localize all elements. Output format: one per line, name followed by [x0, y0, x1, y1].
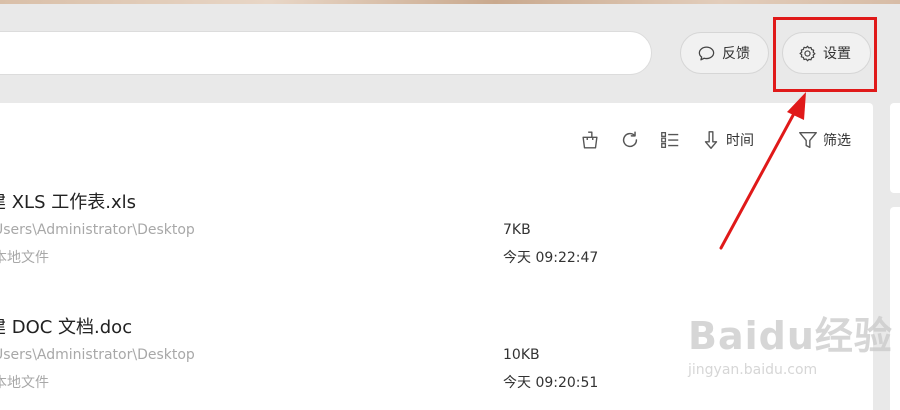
- refresh-icon: [622, 131, 638, 148]
- side-card: [890, 103, 900, 193]
- file-size: 10KB: [503, 347, 540, 363]
- list-view-button[interactable]: [659, 129, 681, 151]
- file-path: Users\Administrator\Desktop: [0, 347, 195, 363]
- clean-button[interactable]: [579, 129, 601, 151]
- baidu-watermark: Baidu经验 jingyan.baidu.com: [688, 305, 893, 378]
- file-name[interactable]: 建 DOC 文档.doc: [0, 313, 132, 339]
- feedback-button[interactable]: 反馈: [680, 32, 769, 74]
- chat-bubble-icon: [698, 46, 715, 60]
- file-source: 本地文件: [0, 250, 49, 266]
- feedback-label: 反馈: [722, 46, 750, 62]
- filter-button[interactable]: 筛选: [797, 129, 851, 151]
- refresh-button[interactable]: [619, 129, 641, 151]
- file-time: 今天 09:22:47: [503, 250, 599, 266]
- search-input[interactable]: [0, 31, 652, 75]
- annotation-highlight-box: [773, 17, 877, 92]
- watermark-logo: Baidu经验: [688, 314, 893, 358]
- top-decoration-strip: [0, 0, 900, 4]
- file-name[interactable]: 建 XLS 工作表.xls: [0, 188, 136, 214]
- sort-by-time-button[interactable]: 时间: [700, 129, 754, 151]
- file-time: 今天 09:20:51: [503, 375, 599, 391]
- file-path: Users\Administrator\Desktop: [0, 222, 195, 238]
- filter-icon: [799, 131, 817, 149]
- list-icon: [661, 132, 679, 148]
- arrow-down-icon: [704, 131, 718, 149]
- sort-label: 时间: [726, 133, 754, 149]
- file-source: 本地文件: [0, 375, 49, 391]
- watermark-url: jingyan.baidu.com: [688, 362, 818, 378]
- broom-icon: [582, 131, 598, 149]
- filter-label: 筛选: [823, 133, 851, 149]
- file-size: 7KB: [503, 222, 531, 238]
